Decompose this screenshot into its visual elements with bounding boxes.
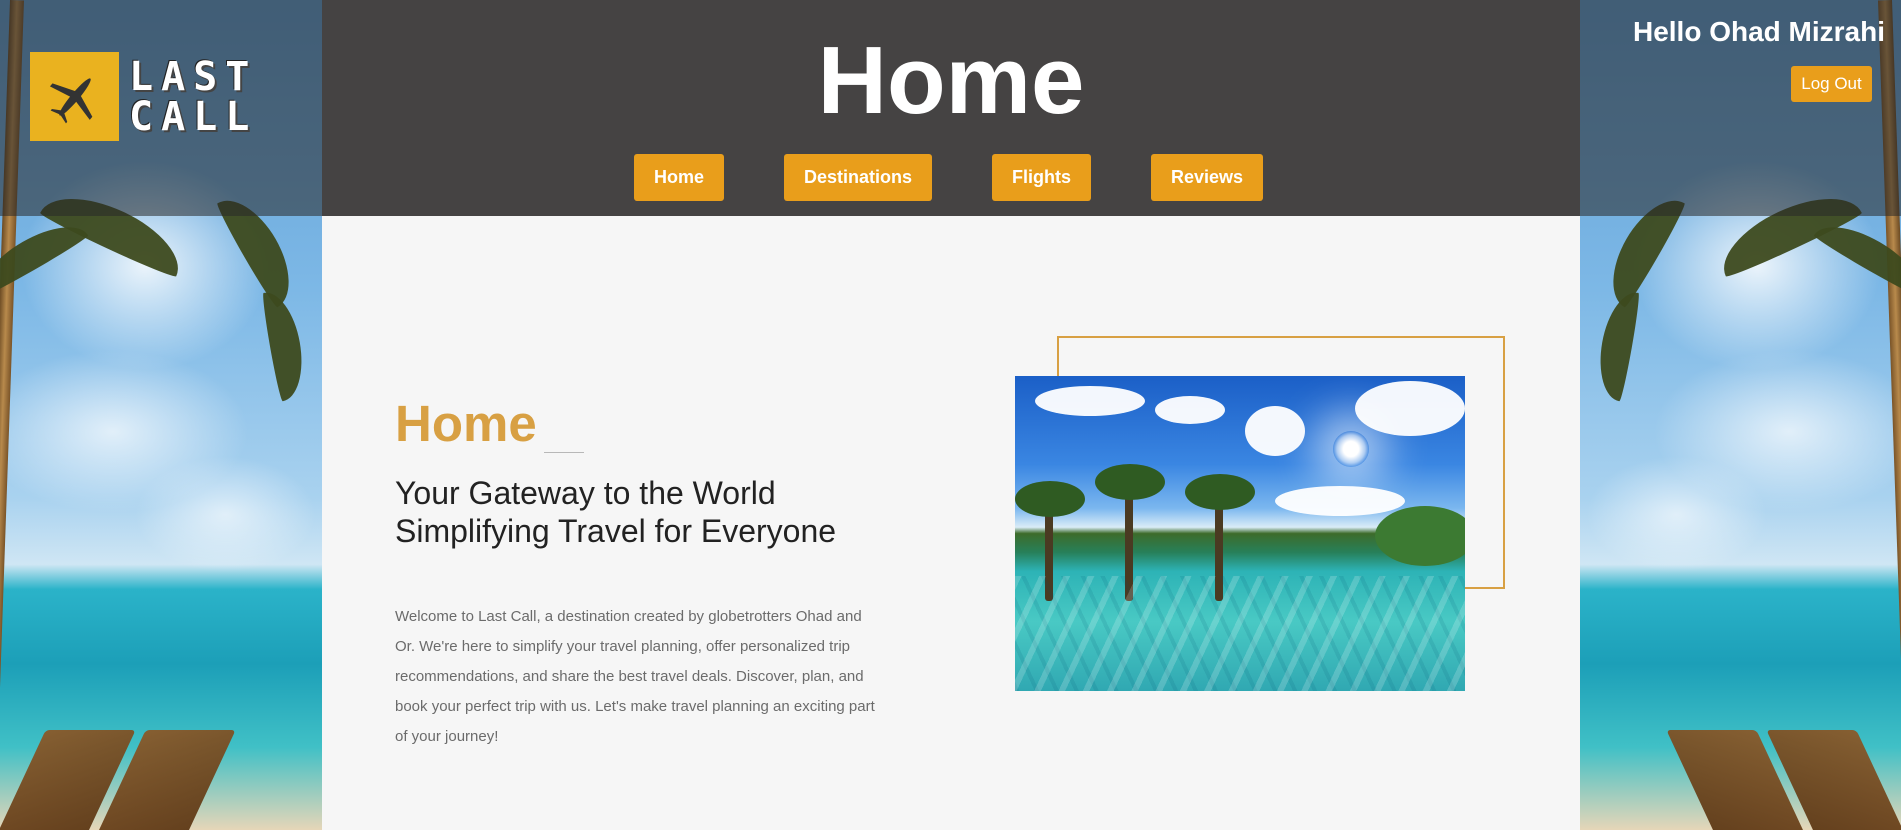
palm-frond bbox=[260, 288, 310, 402]
airplane-icon bbox=[30, 52, 119, 141]
tagline: Your Gateway to the World Simplifying Tr… bbox=[395, 474, 836, 550]
cloud bbox=[1245, 406, 1305, 456]
logout-button[interactable]: Log Out bbox=[1791, 66, 1872, 102]
logo-line-1: LAST bbox=[129, 53, 258, 100]
palm-frond bbox=[1592, 288, 1642, 402]
nav-flights-button[interactable]: Flights bbox=[992, 154, 1091, 201]
site-header: LAST CALL Home Home Destinations Flights… bbox=[0, 0, 1901, 216]
user-greeting: Hello Ohad Mizrahi bbox=[1632, 16, 1885, 47]
sun bbox=[1333, 431, 1369, 467]
intro-paragraph: Welcome to Last Call, a destination crea… bbox=[395, 608, 875, 745]
nav-home-button[interactable]: Home bbox=[634, 154, 724, 201]
palm-canopy bbox=[1015, 481, 1085, 517]
palm-canopy bbox=[1375, 506, 1465, 566]
nav-reviews-button[interactable]: Reviews bbox=[1151, 154, 1263, 201]
cloud bbox=[1155, 396, 1225, 424]
section-title: Home bbox=[395, 395, 537, 452]
cloud bbox=[1275, 486, 1405, 516]
main-nav: Home Destinations Flights Reviews bbox=[0, 154, 1901, 201]
water-ripples bbox=[1015, 576, 1465, 691]
palm-canopy bbox=[1095, 464, 1165, 500]
page-title: Home bbox=[817, 27, 1085, 134]
logo-wordmark: LAST CALL bbox=[129, 57, 257, 137]
title-divider bbox=[544, 452, 584, 453]
tagline-line-2: Simplifying Travel for Everyone bbox=[395, 513, 837, 549]
site-logo[interactable]: LAST CALL bbox=[30, 52, 257, 141]
hero-image-tropical-beach bbox=[1015, 376, 1465, 691]
logo-line-2: CALL bbox=[129, 93, 258, 140]
main-content: Home Your Gateway to the World Simplifyi… bbox=[322, 216, 1580, 830]
palm-canopy bbox=[1185, 474, 1255, 510]
nav-destinations-button[interactable]: Destinations bbox=[784, 154, 932, 201]
cloud bbox=[1035, 386, 1145, 416]
cloud bbox=[1355, 381, 1465, 436]
tagline-line-1: Your Gateway to the World bbox=[395, 475, 776, 511]
